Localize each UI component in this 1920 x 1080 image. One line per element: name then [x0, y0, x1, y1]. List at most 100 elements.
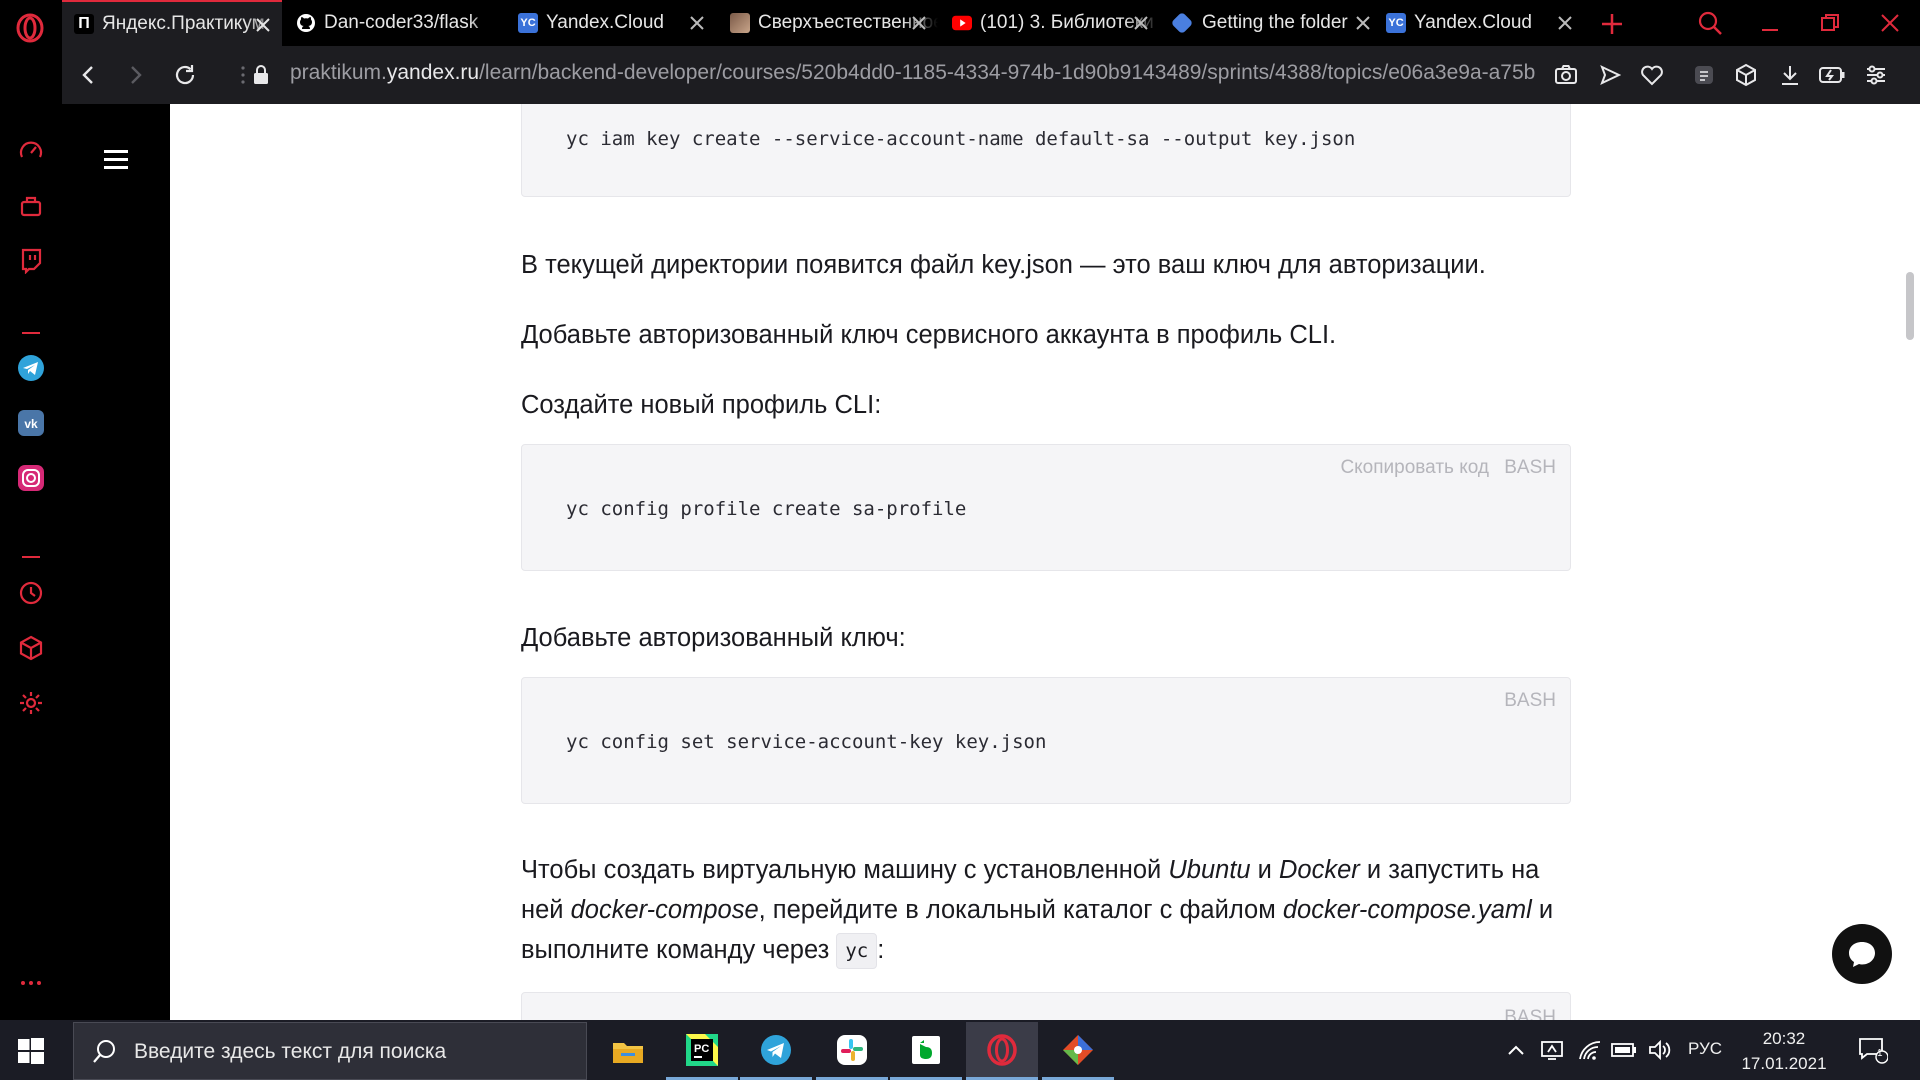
opera-logo-icon [16, 13, 44, 43]
text-run-italic: docker-compose [570, 896, 759, 924]
tab-yandex-cloud-2[interactable]: YC Yandex.Cloud [1374, 0, 1584, 46]
file-explorer-app[interactable] [592, 1022, 664, 1080]
url-field[interactable]: praktikum.yandex.ru/learn/backend-develo… [290, 61, 1600, 85]
battery-icon [1611, 1043, 1636, 1057]
tab-supernatural[interactable]: Сверхъестественное [718, 0, 938, 46]
pycharm-app[interactable]: PC [666, 1022, 738, 1080]
tab-yandex-cloud-1[interactable]: YC Yandex.Cloud [506, 0, 716, 46]
opera-menu-button[interactable] [10, 8, 50, 48]
telegram-button[interactable] [14, 351, 48, 385]
yandex-cloud-favicon-icon: YC [1386, 13, 1406, 33]
speed-dial-button[interactable] [14, 134, 48, 168]
battery-button[interactable] [1610, 1038, 1638, 1062]
taskbar-search-box[interactable]: Введите здесь текст для поиска [73, 1022, 587, 1080]
extensions-button[interactable] [1732, 61, 1760, 89]
camera-icon [1555, 65, 1577, 84]
heart-icon [1641, 65, 1663, 86]
reload-button[interactable] [170, 60, 200, 90]
scrollbar-thumb[interactable] [1906, 272, 1914, 340]
battery-saver-button[interactable] [1818, 61, 1846, 89]
action-center-button[interactable]: 1 [1856, 1036, 1890, 1064]
telegram-app[interactable] [740, 1022, 812, 1080]
tab-close-icon[interactable] [686, 12, 708, 34]
evernote-icon [912, 1035, 940, 1064]
minimize-button[interactable] [1750, 8, 1790, 38]
text-run: , перейдите в локальный каталог с файлом [758, 896, 1283, 924]
code-text[interactable]: yc config profile create sa-profile [566, 498, 966, 520]
svg-text:PC: PC [694, 1043, 709, 1055]
input-language-indicator[interactable]: РУС [1688, 1039, 1722, 1059]
downloads-button[interactable] [1776, 61, 1804, 89]
clock-date: 17.01.2021 [1741, 1054, 1827, 1073]
start-button[interactable] [18, 1038, 44, 1064]
monitor-icon [1541, 1041, 1563, 1060]
pycharm-icon: PC [686, 1033, 718, 1066]
instagram-button[interactable] [14, 461, 48, 495]
tab-close-icon[interactable] [1130, 12, 1152, 34]
close-icon [1881, 14, 1899, 32]
instagram-icon [18, 465, 44, 491]
tab-youtube[interactable]: (101) 3. Библиотеки [940, 0, 1160, 46]
my-flow-button[interactable] [14, 189, 48, 223]
vk-icon: vk [18, 410, 44, 436]
restore-button[interactable] [1810, 8, 1850, 38]
new-tab-button[interactable] [1598, 10, 1626, 38]
vpn-extension-button[interactable] [1690, 61, 1718, 89]
back-button[interactable] [74, 60, 104, 90]
forward-button[interactable] [120, 60, 150, 90]
easy-setup-button[interactable] [1862, 61, 1890, 89]
cube-icon [19, 635, 43, 661]
tray-app-icon[interactable] [1538, 1038, 1566, 1062]
bookmark-button[interactable] [1638, 61, 1666, 89]
text-run: Чтобы создать виртуальную машину с устан… [521, 856, 1169, 884]
tab-getting-folder[interactable]: Getting the folder [1162, 0, 1382, 46]
clock[interactable]: 20:32 17.01.2021 [1740, 1026, 1828, 1076]
more-dots-icon [21, 981, 41, 985]
tab-title: Dan-coder33/flask [324, 12, 479, 33]
history-button[interactable] [14, 576, 48, 610]
support-chat-button[interactable] [1832, 924, 1892, 984]
code-text[interactable]: yc iam key create --service-account-name… [566, 128, 1355, 150]
sidebar-more-button[interactable] [14, 966, 48, 1000]
copy-code-button[interactable]: Скопировать код [1340, 457, 1489, 478]
code-language-label: BASH [1504, 690, 1556, 711]
tab-close-icon[interactable] [252, 14, 274, 36]
paragraph: Создайте новый профиль CLI: [521, 391, 882, 419]
search-placeholder: Введите здесь текст для поиска [134, 1040, 447, 1063]
tab-praktikum[interactable]: П Яндекс.Практикум [62, 0, 282, 46]
extensions-sidebar-button[interactable] [14, 631, 48, 665]
show-hidden-icons-button[interactable] [1502, 1038, 1530, 1062]
git-gui-app[interactable] [1042, 1022, 1114, 1080]
twitch-button[interactable] [14, 244, 48, 278]
git-icon [1063, 1034, 1093, 1065]
vk-button[interactable]: vk [14, 406, 48, 440]
settings-button[interactable] [14, 686, 48, 720]
code-text[interactable]: yc config set service-account-key key.js… [566, 731, 1046, 753]
wifi-button[interactable] [1576, 1038, 1604, 1062]
slack-app[interactable] [816, 1022, 888, 1080]
plus-icon [1602, 14, 1622, 34]
tab-close-icon[interactable] [1554, 12, 1576, 34]
tab-search-button[interactable] [1690, 8, 1730, 38]
windows-taskbar: Введите здесь текст для поиска PC РУС 20… [0, 1020, 1920, 1080]
lesson-content: yc iam key create --service-account-name… [170, 104, 1920, 1020]
snapshot-button[interactable] [1552, 61, 1580, 89]
send-to-flow-button[interactable] [1596, 61, 1624, 89]
slack-icon [837, 1034, 867, 1065]
opera-app[interactable] [966, 1022, 1038, 1080]
inline-code: yc [836, 933, 878, 970]
send-icon [1600, 65, 1621, 85]
yandex-cloud-favicon-icon: YC [518, 13, 538, 33]
extension-icon [1695, 66, 1713, 84]
tab-close-icon[interactable] [1352, 12, 1374, 34]
evernote-app[interactable] [890, 1022, 962, 1080]
speedometer-icon [19, 141, 43, 158]
tab-close-icon[interactable] [908, 12, 930, 34]
hamburger-menu-icon[interactable] [104, 150, 128, 170]
volume-button[interactable] [1646, 1038, 1674, 1062]
lock-icon[interactable] [246, 60, 276, 90]
windows-logo-icon [18, 1038, 44, 1064]
url-prefix: praktikum. [290, 61, 387, 84]
close-window-button[interactable] [1870, 8, 1910, 38]
tab-github[interactable]: Dan-coder33/flask [284, 0, 504, 46]
